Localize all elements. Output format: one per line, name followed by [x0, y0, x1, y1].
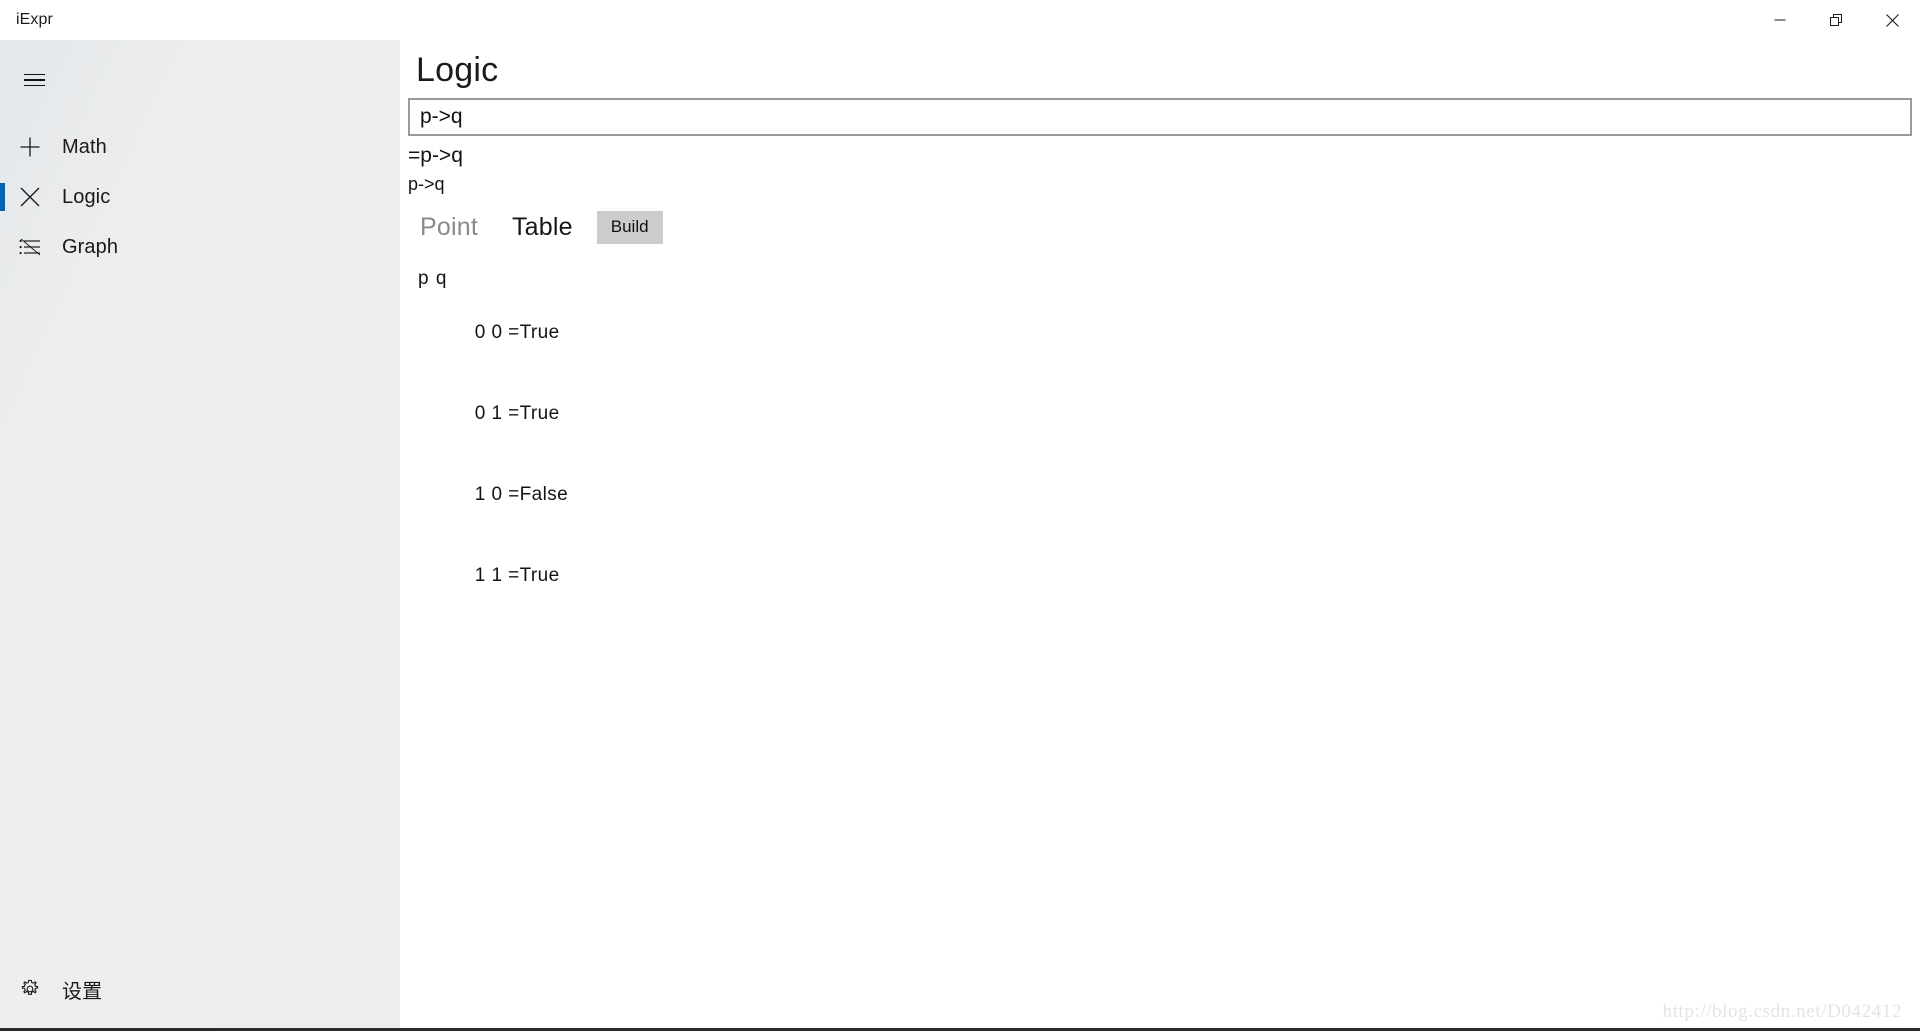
truth-table-inputs: 0 1 [474, 403, 503, 424]
close-x-icon [6, 187, 54, 207]
truth-table-inputs: 1 1 [474, 565, 503, 586]
truth-table-result: True [519, 403, 560, 424]
selection-indicator [0, 183, 5, 211]
sidebar-item-graph[interactable]: Graph [0, 222, 400, 272]
plus-icon [6, 136, 54, 158]
expression-input[interactable] [408, 98, 1912, 136]
truth-table-equals: = [508, 322, 520, 343]
tab-table[interactable]: Table [508, 210, 577, 244]
table-row: 1 1 =True [418, 535, 1920, 616]
selection-indicator [0, 233, 5, 261]
app-body: Math Logic Graph 设置 Logic p->q =p->q p->… [0, 40, 1920, 1031]
minimize-button[interactable] [1752, 0, 1808, 40]
sidebar-item-settings[interactable]: 设置 [0, 963, 400, 1015]
sidebar-item-label: Math [62, 135, 107, 158]
sidebar-item-logic[interactable]: Logic [0, 172, 400, 222]
selection-indicator [0, 133, 5, 161]
hamburger-menu-button[interactable] [10, 56, 58, 104]
main-content: Logic =p->q p->q Point Table Build p q 0… [400, 40, 1920, 1031]
truth-table-result: False [519, 484, 569, 505]
truth-table-equals: = [508, 565, 520, 586]
truth-table: p q 0 0 =True 0 1 =True 1 0 =False 1 1 =… [418, 265, 1920, 616]
table-row: 0 1 =True [418, 373, 1920, 454]
tab-point[interactable]: Point [416, 210, 482, 244]
sidebar-item-math[interactable]: Math [0, 122, 400, 172]
truth-table-result: True [519, 322, 560, 343]
watermark-text: http://blog.csdn.net/D042412 [1662, 1001, 1902, 1022]
sidebar-item-label: Logic [62, 185, 111, 208]
page-title: Logic [416, 51, 499, 89]
sidebar: Math Logic Graph 设置 [0, 40, 400, 1031]
sidebar-item-label: Graph [62, 235, 119, 258]
hamburger-menu-icon [23, 73, 45, 87]
list-icon [6, 238, 54, 256]
gear-icon [6, 978, 54, 1000]
truth-table-result: True [519, 565, 560, 586]
table-row: 0 0 =True [418, 292, 1920, 373]
result-line-primary: =p->q [408, 144, 463, 167]
app-window: iExpr Math Logic Graph 设置 Logic p->q =p-… [0, 0, 1920, 1031]
sidebar-item-label: 设置 [62, 980, 103, 1003]
sidebar-nav-list: Math Logic Graph [0, 122, 400, 272]
window-controls [1752, 0, 1920, 40]
truth-table-equals: = [508, 403, 520, 424]
restore-button[interactable] [1808, 0, 1864, 40]
table-row: 1 0 =False [418, 454, 1920, 535]
selection-indicator [0, 974, 5, 1004]
build-button[interactable]: Build [596, 210, 663, 244]
truth-table-equals: = [508, 484, 520, 505]
close-icon [1885, 13, 1899, 27]
truth-table-header: p q [418, 268, 448, 289]
app-title: iExpr [16, 11, 53, 28]
truth-table-inputs: 1 0 [474, 484, 503, 505]
tabs-row: Point Table Build [416, 207, 1920, 247]
minimize-icon [1774, 19, 1786, 21]
restore-icon [1829, 13, 1842, 26]
close-button[interactable] [1864, 0, 1920, 40]
truth-table-inputs: 0 0 [474, 322, 503, 343]
title-bar: iExpr [0, 0, 1920, 40]
result-line-secondary: p->q [408, 174, 445, 194]
